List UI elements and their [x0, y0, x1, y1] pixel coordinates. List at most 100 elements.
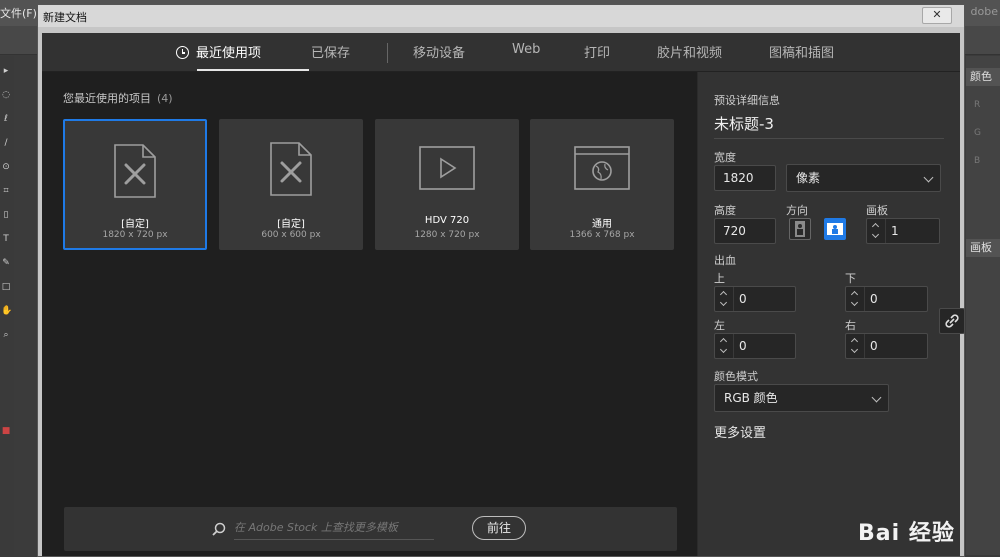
bleed-top-value: 0 [739, 292, 747, 306]
move-tool-icon[interactable]: ▸ [1, 66, 11, 76]
clone-tool-icon[interactable]: ⊙ [1, 162, 11, 172]
tab-separator [387, 43, 388, 63]
brush-tool-icon[interactable]: / [1, 138, 11, 148]
height-input[interactable]: 720 [714, 218, 776, 244]
eraser-tool-icon[interactable]: ▯ [1, 210, 11, 220]
landscape-orientation-button[interactable] [824, 218, 846, 240]
crop-tool-icon[interactable]: ⌗ [1, 186, 11, 196]
chevron-down-icon [850, 298, 859, 307]
landscape-person-icon [827, 223, 843, 235]
panel-tab-color[interactable]: 颜色 [966, 68, 1000, 86]
color-b-label: B [974, 156, 981, 166]
pen-tool-icon[interactable]: ✎ [1, 258, 11, 268]
zoom-tool-icon[interactable]: ⌕ [1, 330, 11, 340]
new-document-dialog: 新建文档 ✕ 最近使用项 已保存 移动设备 Web 打印 胶片和视频 图稿和插图… [37, 4, 965, 557]
preset-card-web-general[interactable]: 通用 1366 x 768 px [530, 119, 674, 250]
dialog-titlebar[interactable]: 新建文档 ✕ [38, 5, 964, 28]
dialog-frame-right [960, 27, 964, 556]
preset-card-custom-600[interactable]: [自定] 600 x 600 px [219, 119, 363, 250]
unit-select[interactable]: 像素 [786, 164, 941, 192]
details-heading: 预设详细信息 [714, 94, 780, 107]
recent-heading: 您最近使用的项目 (4) [63, 92, 173, 105]
color-r-label: R [974, 100, 981, 110]
chevron-down-icon [719, 345, 728, 354]
bleed-left-value: 0 [739, 339, 747, 353]
active-tab-indicator [197, 69, 309, 71]
orientation-label: 方向 [786, 204, 808, 217]
portrait-orientation-button[interactable] [789, 218, 811, 240]
dialog-title: 新建文档 [43, 11, 87, 24]
document-name-field[interactable]: 未标题-3 [714, 113, 944, 139]
chevron-up-icon [850, 337, 859, 346]
marquee-tool-icon[interactable]: ◌ [1, 90, 11, 100]
panel-tab-artboards[interactable]: 画板 [966, 239, 1000, 257]
chevron-down-icon [871, 230, 880, 239]
stepper-spin[interactable] [846, 334, 865, 358]
shape-tool-icon[interactable]: □ [1, 282, 11, 292]
hand-tool-icon[interactable]: ✋ [1, 306, 12, 316]
bleed-right-label: 右 [845, 319, 856, 332]
chevron-down-icon [850, 345, 859, 354]
lasso-tool-icon[interactable]: ℓ [1, 114, 11, 124]
tab-web[interactable]: Web [512, 42, 540, 57]
chevron-up-icon [850, 290, 859, 299]
preset-tabbar: 最近使用项 已保存 移动设备 Web 打印 胶片和视频 图稿和插图 [42, 33, 960, 72]
link-bleed-button[interactable] [939, 308, 965, 334]
bleed-bottom-value: 0 [870, 292, 878, 306]
watermark-logo: Bai 经验 [858, 521, 955, 546]
menu-file[interactable]: 文件(F) [0, 5, 37, 21]
app-toolbox: ▸ ◌ ℓ / ⊙ ⌗ ▯ T ✎ □ ✋ ⌕ ■ [0, 56, 14, 555]
stock-search-input[interactable]: 在 Adobe Stock 上查找更多模板 [234, 517, 434, 540]
tab-saved[interactable]: 已保存 [311, 42, 350, 61]
bleed-bottom-label: 下 [845, 272, 856, 285]
bleed-left-stepper[interactable]: 0 [714, 333, 796, 359]
color-g-label: G [974, 128, 981, 138]
go-button[interactable]: 前往 [472, 516, 526, 540]
search-icon [212, 522, 226, 536]
bleed-top-stepper[interactable]: 0 [714, 286, 796, 312]
bleed-left-label: 左 [714, 319, 725, 332]
more-settings-link[interactable]: 更多设置 [714, 422, 766, 441]
clock-icon [176, 46, 189, 59]
card-size: 1280 x 720 px [414, 230, 480, 240]
recent-panel: 您最近使用的项目 (4) [自定] 1820 x 720 px [自定] 600 … [42, 72, 697, 556]
chevron-down-icon [719, 298, 728, 307]
color-mode-label: 颜色模式 [714, 370, 758, 383]
bleed-bottom-stepper[interactable]: 0 [845, 286, 928, 312]
tab-film-video[interactable]: 胶片和视频 [657, 42, 722, 61]
recent-count: (4) [157, 92, 173, 105]
bleed-top-label: 上 [714, 272, 725, 285]
artboards-value: 1 [891, 224, 899, 238]
video-play-icon [419, 146, 475, 190]
width-label: 宽度 [714, 151, 736, 164]
app-right-panels: 颜色 R G B 画板 [966, 56, 1000, 555]
chevron-up-icon [719, 337, 728, 346]
text-tool-icon[interactable]: T [1, 234, 11, 244]
stepper-spin[interactable] [715, 334, 734, 358]
width-input[interactable]: 1820 [714, 165, 776, 191]
tab-mobile[interactable]: 移动设备 [413, 42, 465, 61]
chevron-down-icon [871, 392, 882, 403]
portrait-person-icon [795, 221, 805, 237]
card-name: 通用 [592, 219, 612, 230]
height-label: 高度 [714, 204, 736, 217]
card-name: [自定] [277, 219, 305, 230]
bleed-right-stepper[interactable]: 0 [845, 333, 928, 359]
tab-print[interactable]: 打印 [584, 42, 610, 61]
stepper-spin[interactable] [715, 287, 734, 311]
app-brand: dobe [970, 5, 998, 18]
preset-card-hdv720[interactable]: HDV 720 1280 x 720 px [375, 119, 519, 250]
artboards-stepper[interactable]: 1 [866, 218, 940, 244]
tab-recent[interactable]: 最近使用项 [176, 42, 261, 61]
color-swatch-icon[interactable]: ■ [1, 426, 11, 436]
preset-details-panel: 预设详细信息 未标题-3 宽度 1820 像素 高度 720 方向 画板 1 出… [698, 72, 965, 556]
stepper-spin[interactable] [846, 287, 865, 311]
tab-art-illustration[interactable]: 图稿和插图 [769, 42, 834, 61]
close-button[interactable]: ✕ [922, 7, 952, 24]
card-size: 1820 x 720 px [102, 230, 168, 240]
stepper-spin[interactable] [867, 219, 886, 243]
bleed-right-value: 0 [870, 339, 878, 353]
chevron-up-icon [871, 222, 880, 231]
color-mode-select[interactable]: RGB 颜色 [714, 384, 889, 412]
preset-card-custom-1820[interactable]: [自定] 1820 x 720 px [63, 119, 207, 250]
